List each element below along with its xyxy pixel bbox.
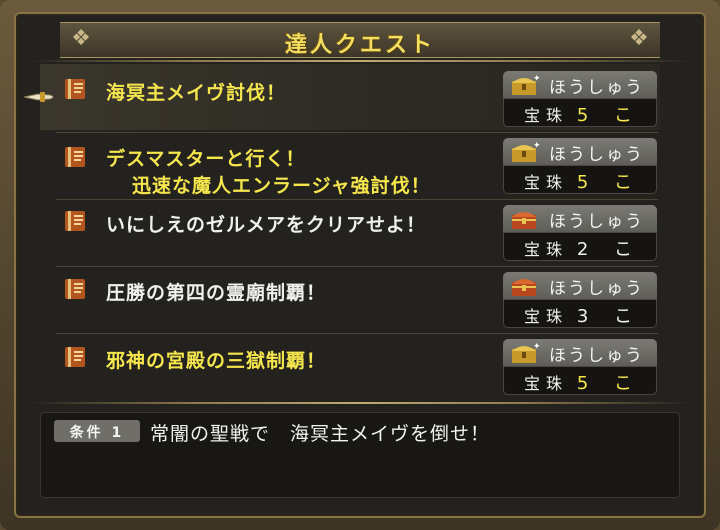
gold-chest-icon: ✦: [512, 141, 541, 162]
row-separator: [56, 333, 658, 334]
reward-label: ほうしゅう: [549, 78, 644, 98]
quest-book-icon: [65, 79, 85, 99]
quest-name-line: 海冥主メイヴ討伐！: [106, 82, 287, 104]
reward-label: ほうしゅう: [549, 145, 644, 165]
reward-label: ほうしゅう: [549, 346, 644, 366]
svg-text:✦: ✦: [533, 342, 541, 352]
red-chest-icon: [512, 212, 536, 229]
reward-label: ほうしゅう: [549, 279, 644, 299]
reward-box: ほうしゅう 宝珠 2 こ: [503, 205, 657, 261]
svg-text:✦: ✦: [533, 141, 541, 151]
quest-book-icon: [65, 347, 85, 367]
condition-text: 常闇の聖戦で 海冥主メイヴを倒せ！: [150, 423, 491, 445]
gold-chest-icon: ✦: [512, 342, 541, 363]
row-separator: [56, 132, 658, 133]
ornament-left-icon: ❖: [71, 26, 91, 51]
condition-badge-label: 条件 1: [69, 425, 125, 441]
quest-name-line: いにしえのゼルメアをクリアせよ！: [106, 214, 427, 236]
reward-item: 宝珠: [524, 173, 569, 192]
reward-item: 宝珠: [524, 307, 569, 326]
quest-book-icon: [65, 279, 85, 299]
reward-box: ほうしゅう 宝珠 3 こ: [503, 272, 657, 328]
bottom-divider: [30, 402, 690, 404]
reward-count: 5 こ: [576, 373, 642, 394]
quest-book-icon: [65, 211, 85, 231]
reward-count: 5 こ: [576, 105, 642, 126]
red-chest-icon: [512, 279, 536, 296]
quest-name-line: 迅速な魔人エンラージャ強討伐！: [132, 175, 431, 197]
reward-item: 宝珠: [524, 374, 569, 393]
condition-badge: 条件 1: [54, 420, 140, 442]
svg-text:✦: ✦: [533, 74, 541, 84]
reward-box: ✦ ほうしゅう 宝珠 5 こ: [503, 138, 657, 194]
window-title: 達人クエスト: [284, 33, 435, 58]
title-bar: 達人クエスト: [60, 22, 660, 58]
reward-item: 宝珠: [524, 240, 569, 259]
pointer-hand-icon: [23, 92, 54, 102]
reward-count: 3 こ: [576, 306, 642, 327]
reward-item: 宝珠: [524, 106, 569, 125]
quest-name-line: 圧勝の第四の霊廟制覇！: [106, 282, 327, 304]
reward-box: ✦ ほうしゅう 宝珠 5 こ: [503, 71, 657, 127]
quest-name-line: 邪神の宮殿の三獄制覇！: [106, 350, 327, 372]
quest-name-line: デスマスターと行く！: [106, 148, 306, 170]
reward-count: 2 こ: [576, 239, 642, 260]
row-separator: [56, 266, 658, 267]
reward-box: ✦ ほうしゅう 宝珠 5 こ: [503, 339, 657, 395]
gold-chest-icon: ✦: [512, 74, 541, 95]
quest-book-icon: [65, 147, 85, 167]
row-separator: [56, 199, 658, 200]
ornament-right-icon: ❖: [629, 26, 649, 51]
reward-label: ほうしゅう: [549, 212, 644, 232]
top-divider: [30, 60, 690, 62]
reward-count: 5 こ: [576, 172, 642, 193]
